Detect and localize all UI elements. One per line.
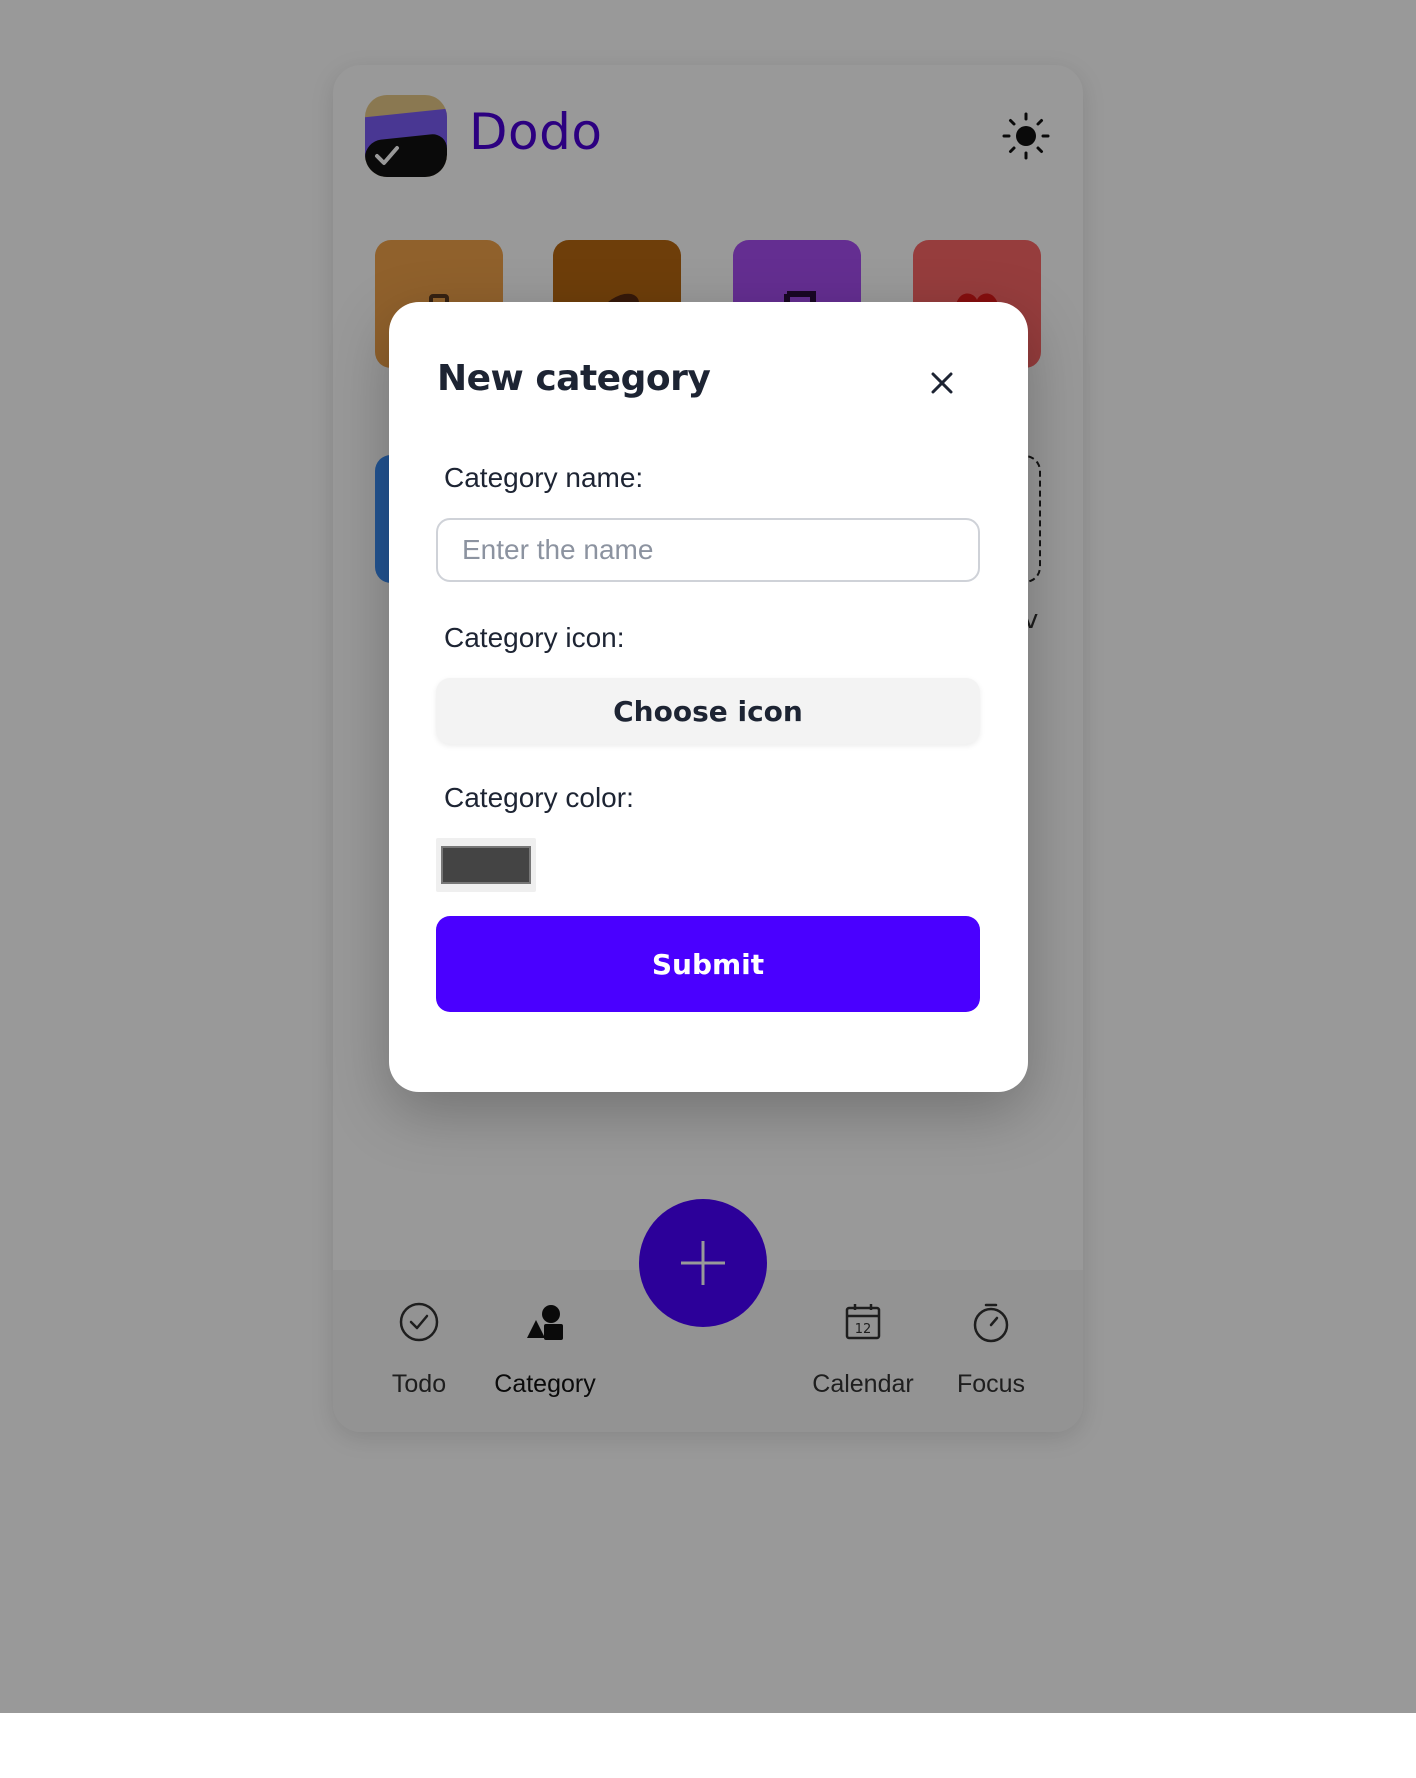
close-button[interactable] <box>919 360 965 406</box>
category-name-label: Category name: <box>444 462 644 493</box>
choose-icon-button[interactable]: Choose icon <box>436 678 980 744</box>
dialog-title: New category <box>437 358 711 399</box>
color-picker[interactable] <box>436 838 536 892</box>
color-swatch <box>441 846 531 884</box>
new-category-dialog: New category Category name: Category ico… <box>389 302 1028 1092</box>
category-color-label: Category color: <box>444 782 634 813</box>
submit-button[interactable]: Submit <box>436 916 980 1012</box>
category-name-input[interactable] <box>436 518 980 582</box>
category-icon-label: Category icon: <box>444 622 625 653</box>
close-icon <box>931 372 953 394</box>
